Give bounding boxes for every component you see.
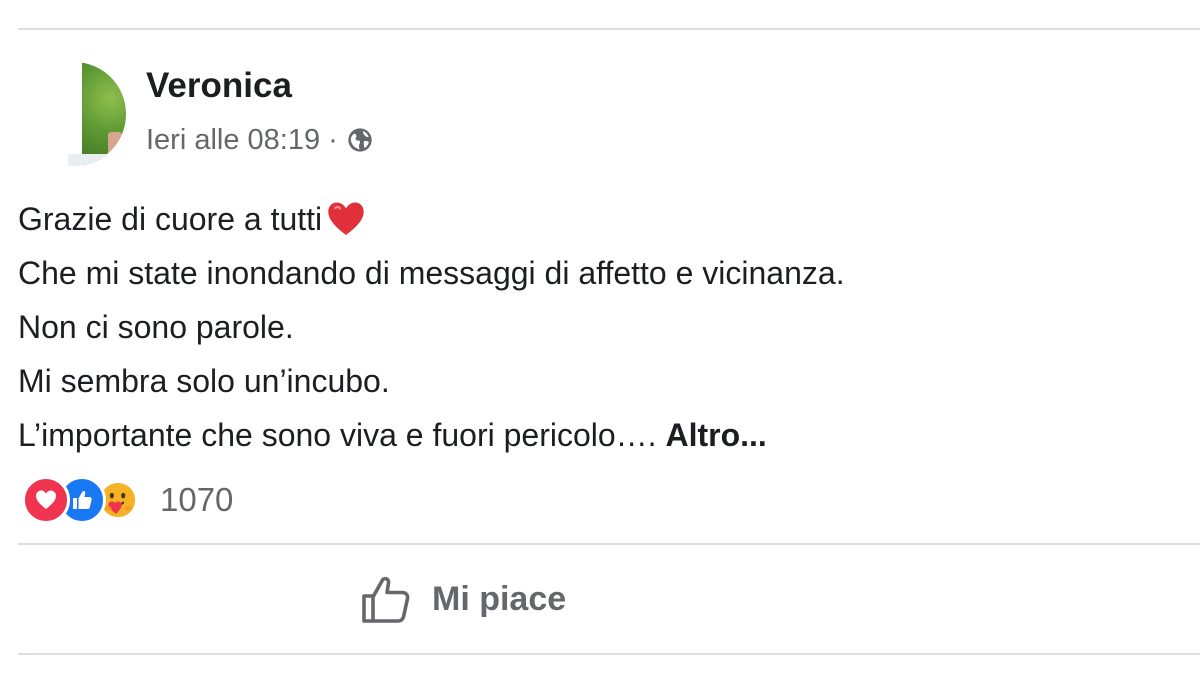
post-line: Grazie di cuore a tutti bbox=[18, 192, 845, 246]
post-text: Grazie di cuore a tutti Che mi state ino… bbox=[18, 192, 845, 462]
see-more-link[interactable]: Altro... bbox=[665, 417, 766, 453]
post-line: Mi sembra solo un’incubo. bbox=[18, 363, 390, 399]
post-line-text: Grazie di cuore a tutti bbox=[18, 201, 323, 237]
globe-icon[interactable] bbox=[346, 126, 374, 154]
top-divider bbox=[18, 28, 1200, 30]
love-reaction-icon bbox=[22, 476, 70, 524]
author-name[interactable]: Veronica bbox=[146, 66, 292, 106]
post-line: Che mi state inondando di messaggi di af… bbox=[18, 255, 845, 291]
post-line: Non ci sono parole. bbox=[18, 309, 294, 345]
post-line: L’importante che sono viva e fuori peric… bbox=[18, 408, 845, 462]
post-timestamp[interactable]: Ieri alle 08:19 bbox=[146, 124, 320, 157]
heart-emoji-icon bbox=[328, 202, 364, 235]
facebook-post: Veronica Ieri alle 08:19 · Grazie di cuo… bbox=[0, 0, 1200, 675]
reaction-count[interactable]: 1070 bbox=[160, 481, 233, 519]
post-meta: Ieri alle 08:19 · bbox=[146, 122, 374, 158]
post-line-text: L’importante che sono viva e fuori peric… bbox=[18, 417, 657, 453]
meta-separator: · bbox=[328, 123, 338, 156]
like-button[interactable]: Mi piace bbox=[350, 568, 576, 630]
actions-divider bbox=[18, 543, 1200, 545]
avatar-base bbox=[68, 154, 126, 166]
thumbs-up-icon bbox=[362, 576, 410, 623]
bottom-divider bbox=[18, 653, 1200, 655]
reactions-summary[interactable]: 1070 bbox=[22, 474, 233, 526]
avatar[interactable] bbox=[30, 62, 126, 166]
like-button-label: Mi piace bbox=[432, 579, 567, 618]
